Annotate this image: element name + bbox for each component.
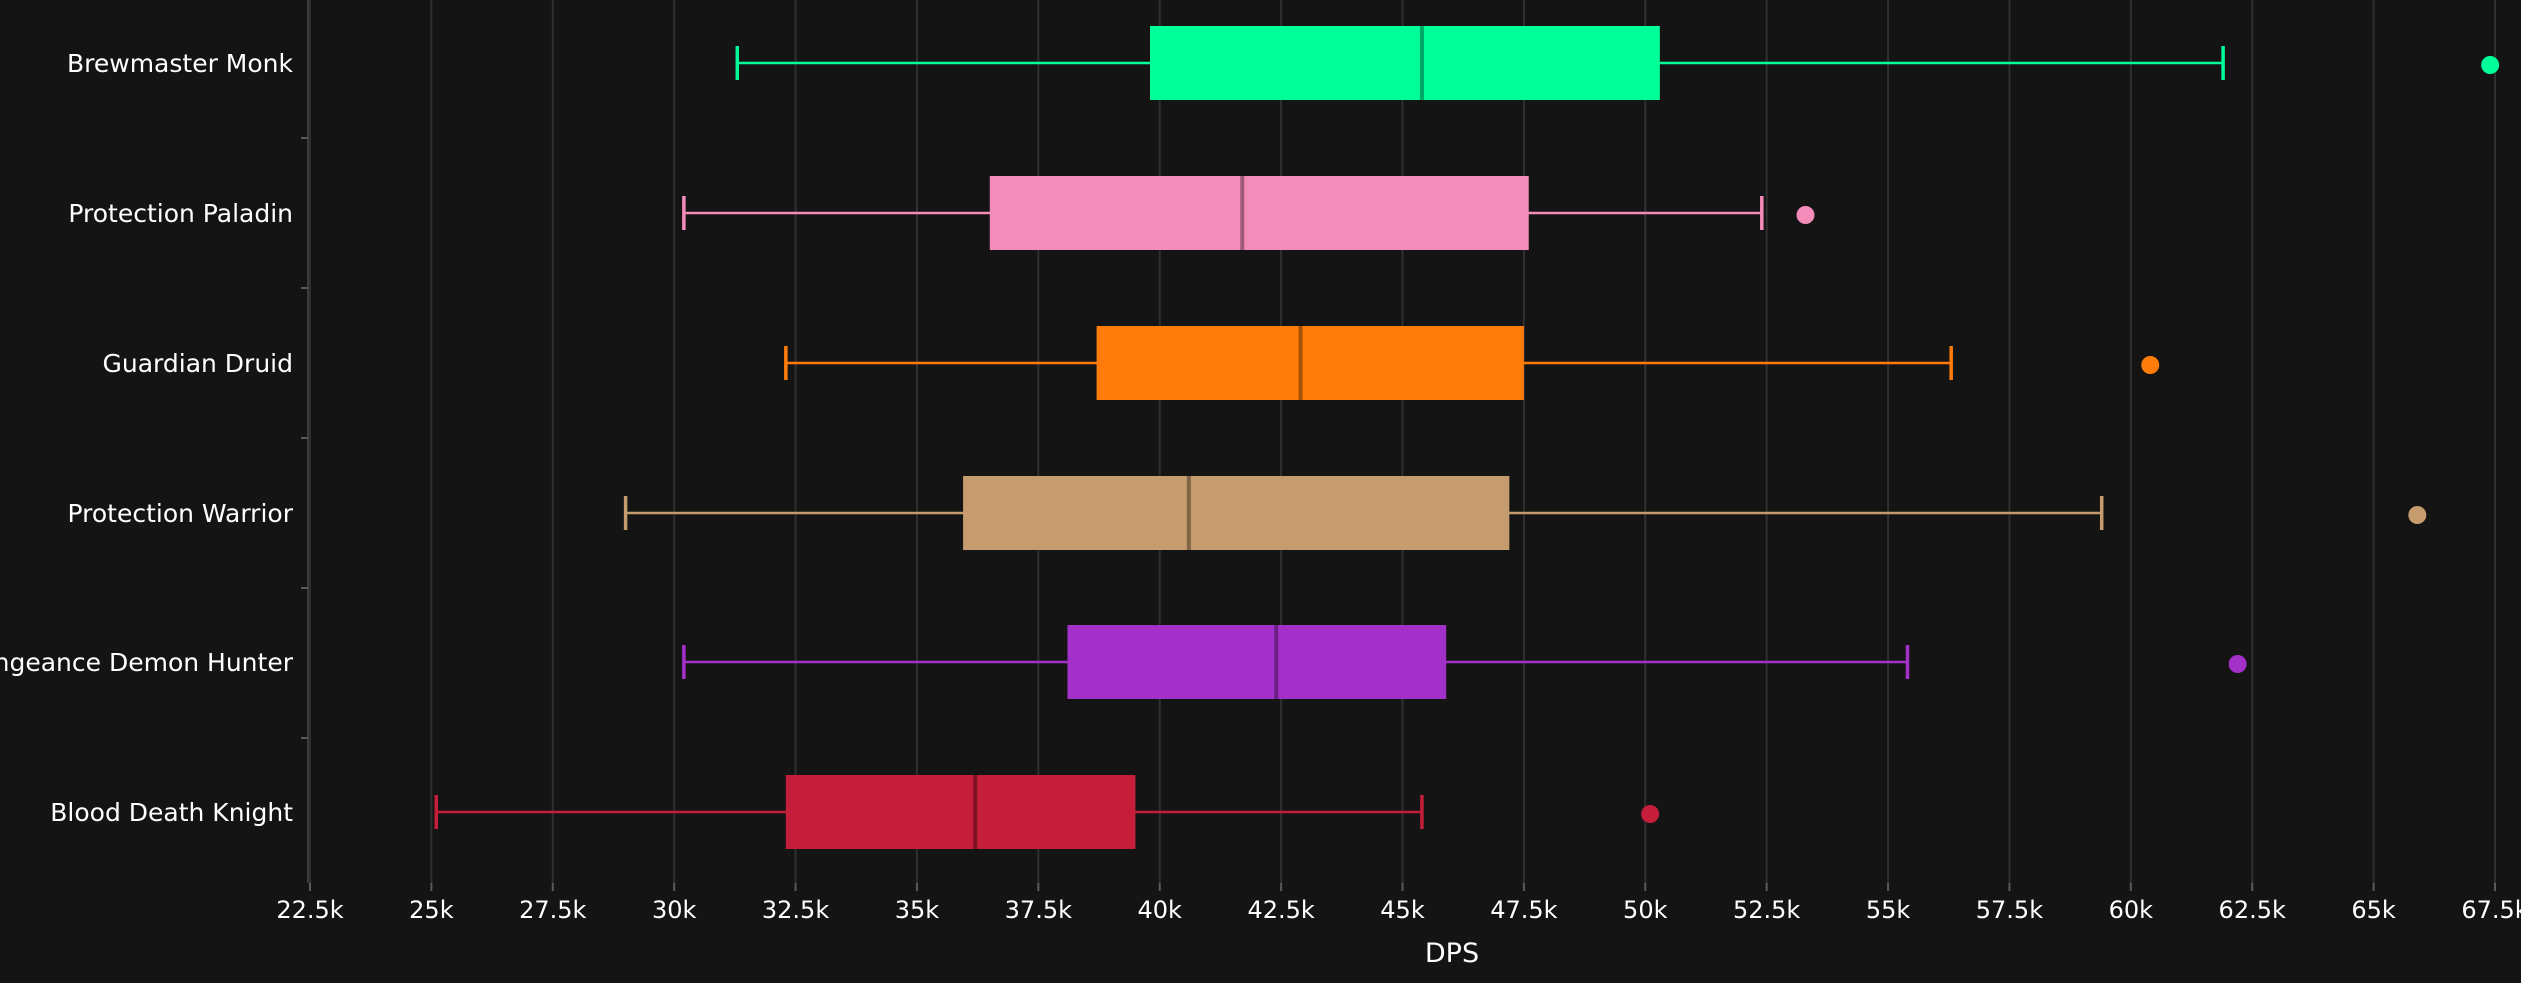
outlier-point xyxy=(2228,655,2247,673)
iqr-box xyxy=(1150,26,1660,100)
outlier-point xyxy=(2481,56,2500,74)
x-tick-label: 45k xyxy=(1380,896,1425,924)
x-tick-label: 22.5k xyxy=(276,896,343,924)
box-layer xyxy=(434,26,2500,849)
x-tick-label: 67.5k xyxy=(2461,896,2521,924)
box-series xyxy=(623,476,2427,550)
x-tick-label: 65k xyxy=(2351,896,2396,924)
x-tick-label: 62.5k xyxy=(2219,896,2286,924)
x-tick-label: 25k xyxy=(409,896,454,924)
category-label: Blood Death Knight xyxy=(50,798,293,827)
category-label: Guardian Druid xyxy=(103,349,294,378)
iqr-box xyxy=(963,476,1510,550)
x-tick-label: 55k xyxy=(1866,896,1911,924)
x-tick-label: 35k xyxy=(895,896,940,924)
category-label: Vengeance Demon Hunter xyxy=(0,648,294,677)
x-tick-label: 60k xyxy=(2109,896,2154,924)
x-tick-label: 52.5k xyxy=(1733,896,1800,924)
x-tick-label: 42.5k xyxy=(1247,896,1314,924)
outlier-point xyxy=(1641,805,1660,823)
x-tick-label: 40k xyxy=(1138,896,1183,924)
x-tick-label: 32.5k xyxy=(762,896,829,924)
outlier-point xyxy=(2141,356,2160,374)
category-label: Protection Paladin xyxy=(68,199,293,228)
x-tick-label: 37.5k xyxy=(1005,896,1072,924)
axis-layer xyxy=(301,0,2496,891)
boxplot-chart: 22.5k 25k 27.5k 30k 32.5k 35k 37.5k 40k 42.5k 45k… xyxy=(0,0,2521,969)
x-axis-title: DPS xyxy=(1425,938,1479,969)
outlier-point xyxy=(1796,206,1815,224)
box-series xyxy=(434,775,1660,849)
x-tick-label: 47.5k xyxy=(1490,896,1557,924)
iqr-box xyxy=(989,176,1529,250)
x-tick-label: 30k xyxy=(652,896,697,924)
iqr-box xyxy=(785,775,1136,849)
x-tick-label: 27.5k xyxy=(519,896,586,924)
box-series xyxy=(682,625,2247,699)
box-series xyxy=(784,326,2160,400)
iqr-box xyxy=(1067,625,1447,699)
iqr-box xyxy=(1096,326,1524,400)
x-tick-label: 57.5k xyxy=(1976,896,2043,924)
x-tick-label: 50k xyxy=(1623,896,1668,924)
outlier-point xyxy=(2408,506,2427,524)
grid-layer xyxy=(309,0,2496,883)
box-series xyxy=(735,26,2500,100)
chart-container: 22.5k 25k 27.5k 30k 32.5k 35k 37.5k 40k 42.5k 45k… xyxy=(0,0,2521,983)
category-label: Protection Warrior xyxy=(67,499,293,528)
category-label: Brewmaster Monk xyxy=(67,49,294,78)
